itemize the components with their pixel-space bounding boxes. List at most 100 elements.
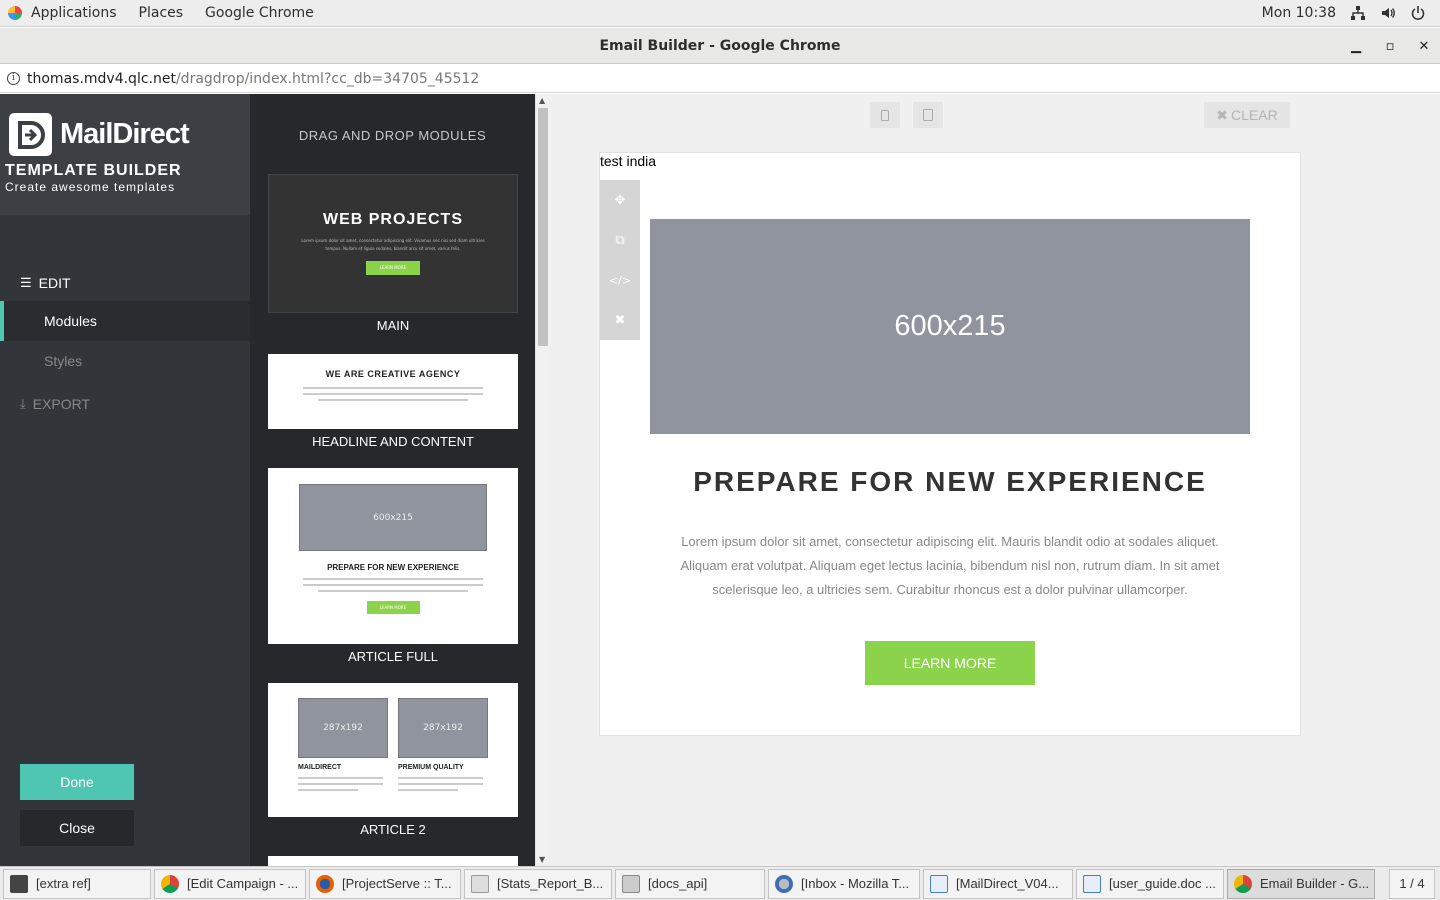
mobile-icon [881,109,889,121]
move-icon[interactable]: ✥ [600,180,640,220]
task-projectserve[interactable]: [ProjectServe :: T... [309,868,461,899]
hero-image-placeholder[interactable]: 600x215 [650,219,1250,434]
text-placeholder-line [318,590,468,592]
task-label: [Stats_Report_B... [497,876,604,891]
image-placeholder: 287x192 [398,698,488,758]
code-icon[interactable]: </> [600,260,640,300]
network-icon[interactable] [1350,5,1366,21]
task-email-builder[interactable]: Email Builder - G... [1227,868,1375,899]
clock[interactable]: Mon 10:38 [1262,5,1336,21]
sidebar-item-modules[interactable]: Modules [0,301,250,341]
nav-edit-label: EDIT [38,275,71,291]
module-caption: HEADLINE AND CONTENT [312,434,474,449]
window-title: Email Builder - Google Chrome [599,37,841,54]
nav-edit-section[interactable]: ☰ EDIT [0,265,250,301]
mobile-view-button[interactable] [870,102,900,128]
text-placeholder-line [303,584,483,586]
module-headline-content[interactable]: WE ARE CREATIVE AGENCY HEADLINE AND CONT… [268,354,518,449]
module-next[interactable] [268,856,518,866]
module-article-full[interactable]: 600x215 PREPARE FOR NEW EXPERIENCE LEARN… [268,468,518,664]
sidebar-nav: ☰ EDIT Modules Styles ⤓ EXPORT [0,265,250,427]
brand-name: MailDirect [60,118,190,150]
module-article-2[interactable]: 287x192 MAILDIRECT 287x192 PREMIUM QUALI… [268,683,518,837]
workspace-pager[interactable]: 1 / 4 [1389,868,1435,899]
module-thumbnail: 600x215 PREPARE FOR NEW EXPERIENCE LEARN… [268,468,518,644]
module-main[interactable]: WEB PROJECTS Lorem ipsum dolor sit amet,… [268,174,518,333]
clear-button[interactable]: ✖ CLEAR [1204,102,1290,128]
modules-panel: DRAG AND DROP MODULES WEB PROJECTS Lorem… [250,94,535,866]
done-button[interactable]: Done [20,764,134,800]
active-app-menu[interactable]: Google Chrome [194,5,325,21]
nav-export-section[interactable]: ⤓ EXPORT [0,381,250,427]
module-thumbnail: 287x192 MAILDIRECT 287x192 PREMIUM QUALI… [268,683,518,817]
task-label: Email Builder - G... [1260,876,1370,891]
sidebar-item-styles[interactable]: Styles [0,341,250,381]
modules-scrollbar[interactable]: ▲ ▼ [535,94,549,866]
module-title: WE ARE CREATIVE AGENCY [325,369,461,379]
power-icon[interactable] [1410,5,1426,21]
chrome-icon [161,874,179,893]
scrollbar-thumb[interactable] [538,108,548,346]
site-info-icon[interactable]: i [7,72,20,85]
product-tagline: Create awesome templates [5,180,176,194]
image-placeholder: 600x215 [299,484,487,551]
text-placeholder-line [303,578,483,580]
task-extra-ref[interactable]: [extra ref] [3,868,151,899]
module-title: PREPARE FOR NEW EXPERIENCE [327,563,459,572]
module-title: WEB PROJECTS [322,211,463,228]
duplicate-icon[interactable]: ⧉ [600,220,640,260]
email-template[interactable]: test india ✥ ⧉ </> ✖ 600x215 PREPARE FOR… [599,152,1301,736]
builder-sidebar: MailDirect TEMPLATE BUILDER Create aweso… [0,94,250,866]
scroll-up-icon[interactable]: ▲ [539,96,545,105]
maildirect-logo: MailDirect [9,113,250,156]
article-column: 287x192 MAILDIRECT [298,698,388,791]
text-placeholder-line [398,777,483,779]
volume-icon[interactable] [1380,5,1396,21]
tablet-view-button[interactable] [913,102,943,128]
task-maildirect-doc[interactable]: [MailDirect_V04... [923,868,1073,899]
close-button[interactable]: Close [20,810,134,846]
email-label: test india [600,153,657,169]
task-docs-api[interactable]: [docs_api] [615,868,765,899]
text-placeholder-line [298,783,383,785]
task-stats-report[interactable]: [Stats_Report_B... [464,868,612,899]
email-headline[interactable]: PREPARE FOR NEW EXPERIENCE [600,466,1300,498]
email-body-text[interactable]: Lorem ipsum dolor sit amet, consectetur … [665,530,1235,602]
scroll-down-icon[interactable]: ▼ [539,855,545,864]
module-caption: ARTICLE FULL [347,649,439,664]
email-canvas: ✖ CLEAR test india ✥ ⧉ </> ✖ 600x215 PREP… [549,94,1440,866]
task-edit-campaign[interactable]: [Edit Campaign - ... [154,868,306,899]
close-window-icon[interactable]: ✕ [1418,39,1430,54]
task-label: [docs_api] [648,876,708,891]
places-menu[interactable]: Places [128,5,195,21]
address-bar[interactable]: i thomas.mdv4.qlc.net/dragdrop/index.htm… [0,65,1440,93]
text-placeholder-line [398,783,483,785]
taskbar: [extra ref] [Edit Campaign - ... [Projec… [0,866,1440,900]
url-path: /dragdrop/index.html?cc_db=34705_45512 [175,70,480,87]
maximize-icon[interactable]: ▫ [1384,39,1396,54]
delete-icon[interactable]: ✖ [600,300,640,340]
task-label: [Inbox - Mozilla T... [801,876,910,891]
firefox-icon [316,874,334,893]
task-label: [Edit Campaign - ... [187,876,299,891]
terminal-icon [10,874,28,893]
module-button-preview: LEARN MORE [366,261,420,275]
product-title: TEMPLATE BUILDER [5,162,182,179]
text-placeholder-line [303,393,483,395]
download-icon: ⤓ [20,396,26,411]
learn-more-button[interactable]: LEARN MORE [865,641,1035,685]
module-caption: MAIN [376,318,410,333]
text-placeholder-line [298,789,358,791]
applications-menu[interactable]: Applications [0,5,128,21]
close-icon: ✖ [1216,106,1229,123]
module-toolbar: ✥ ⧉ </> ✖ [600,180,640,340]
task-inbox-thunderbird[interactable]: [Inbox - Mozilla T... [768,868,920,899]
minimize-icon[interactable]: ▁ [1350,39,1362,54]
module-title: PREMIUM QUALITY [398,764,464,771]
logo-mark-icon [9,113,52,156]
task-label: [ProjectServe :: T... [342,876,452,891]
module-button-preview: LEARN MORE [366,601,420,614]
module-caption: ARTICLE 2 [360,822,426,837]
task-user-guide[interactable]: [user_guide.doc ... [1076,868,1224,899]
thunderbird-icon [775,874,793,893]
